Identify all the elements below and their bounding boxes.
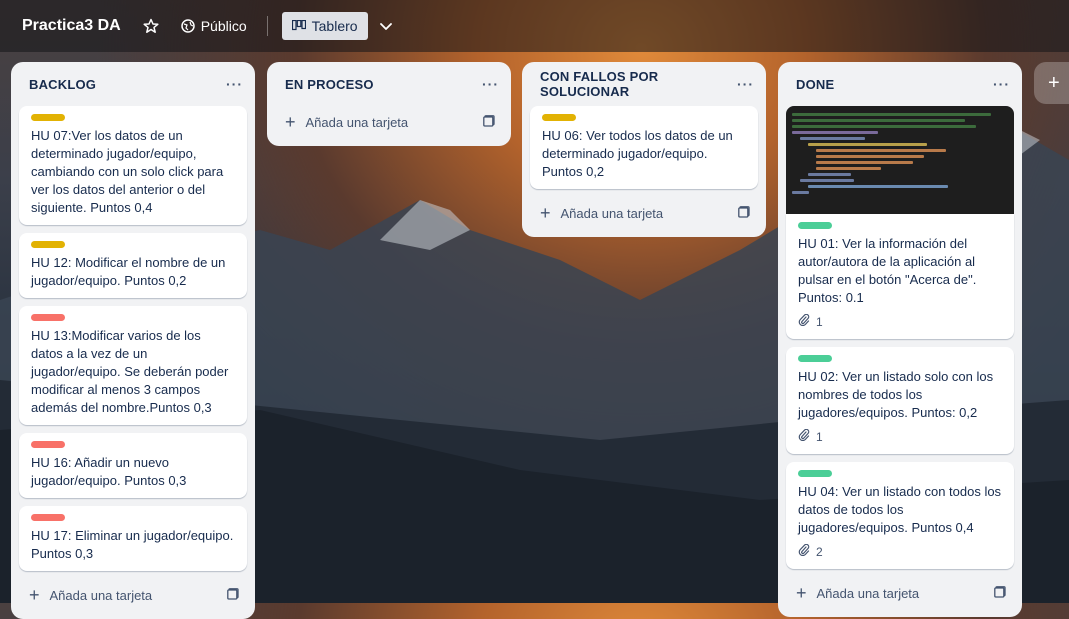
- card-title: HU 07:Ver los datos de un determinado ju…: [31, 128, 224, 215]
- board-view-icon: [291, 20, 306, 31]
- card-title: HU 02: Ver un listado solo con los nombr…: [798, 369, 994, 420]
- more-icon[interactable]: ···: [482, 76, 499, 92]
- card-title: HU 12: Modificar el nombre de un jugador…: [31, 255, 226, 288]
- plus-icon: +: [540, 202, 551, 223]
- card-title: HU 13:Modificar varios de los datos a la…: [31, 328, 229, 415]
- add-card-button[interactable]: + Añada una tarjeta: [19, 579, 247, 611]
- add-card-label: Añada una tarjeta: [816, 585, 920, 601]
- list-title[interactable]: BACKLOG: [29, 77, 96, 92]
- card-title: HU 04: Ver un listado con todos los dato…: [798, 484, 1002, 535]
- card-title: HU 06: Ver todos los datos de un determi…: [542, 128, 733, 179]
- add-card-label: Añada una tarjeta: [49, 587, 153, 603]
- plus-icon: +: [1048, 71, 1060, 94]
- attachment-count: 1: [816, 315, 823, 329]
- add-card-button[interactable]: + Añada una tarjeta: [530, 197, 758, 229]
- chevron-down-icon[interactable]: [378, 18, 394, 34]
- card[interactable]: HU 13:Modificar varios de los datos a la…: [19, 306, 247, 425]
- plus-icon: +: [796, 582, 807, 603]
- add-card-button[interactable]: + Añada una tarjeta: [275, 106, 503, 138]
- board-header: Practica3 DA Público Tablero: [0, 0, 1069, 52]
- template-icon[interactable]: [994, 585, 1006, 601]
- board-title[interactable]: Practica3 DA: [22, 17, 121, 35]
- visibility-label: Público: [200, 18, 247, 34]
- plus-icon: +: [285, 111, 296, 132]
- label-red[interactable]: [31, 514, 65, 521]
- template-icon[interactable]: [227, 587, 239, 603]
- add-card-label: Añada una tarjeta: [305, 114, 409, 130]
- label-green[interactable]: [798, 470, 832, 477]
- label-red[interactable]: [31, 314, 65, 321]
- list-title[interactable]: DONE: [796, 77, 834, 92]
- card-title: HU 17: Eliminar un jugador/equipo. Punto…: [31, 528, 234, 561]
- view-switcher-button[interactable]: Tablero: [281, 12, 368, 40]
- more-icon[interactable]: ···: [226, 76, 243, 92]
- list-done: DONE ··· HU 01: Ver la información del a…: [778, 62, 1022, 617]
- header-divider: [266, 16, 268, 36]
- globe-icon: [180, 19, 195, 33]
- more-icon[interactable]: ···: [737, 76, 754, 92]
- add-list-button[interactable]: +: [1034, 62, 1069, 104]
- card[interactable]: HU 07:Ver los datos de un determinado ju…: [19, 106, 247, 225]
- card-title: HU 16: Añadir un nuevo jugador/equipo. P…: [31, 455, 187, 488]
- template-icon[interactable]: [483, 114, 495, 130]
- star-icon[interactable]: [143, 18, 159, 34]
- plus-icon: +: [29, 584, 40, 605]
- label-red[interactable]: [31, 441, 65, 448]
- card[interactable]: HU 17: Eliminar un jugador/equipo. Punto…: [19, 506, 247, 571]
- list-con-fallos: CON FALLOS POR SOLUCIONAR ··· HU 06: Ver…: [522, 62, 766, 237]
- list-en-proceso: EN PROCESO ··· + Añada una tarjeta: [267, 62, 511, 146]
- card[interactable]: HU 01: Ver la información del autor/auto…: [786, 214, 1014, 339]
- list-title[interactable]: EN PROCESO: [285, 77, 374, 92]
- add-card-button[interactable]: + Añada una tarjeta: [786, 577, 1014, 609]
- visibility-button[interactable]: Público: [180, 18, 247, 34]
- attachment-count: 1: [816, 430, 823, 444]
- label-green[interactable]: [798, 355, 832, 362]
- label-green[interactable]: [798, 222, 832, 229]
- card[interactable]: HU 06: Ver todos los datos de un determi…: [530, 106, 758, 189]
- template-icon[interactable]: [738, 205, 750, 221]
- attachment-badge: 1: [798, 428, 1002, 446]
- paperclip-icon: [798, 428, 810, 446]
- label-yellow[interactable]: [31, 114, 65, 121]
- list-title[interactable]: CON FALLOS POR SOLUCIONAR: [540, 69, 737, 99]
- paperclip-icon: [798, 543, 810, 561]
- card[interactable]: HU 02: Ver un listado solo con los nombr…: [786, 347, 1014, 454]
- card[interactable]: HU 12: Modificar el nombre de un jugador…: [19, 233, 247, 298]
- attachment-badge: 2: [798, 543, 1002, 561]
- label-yellow[interactable]: [31, 241, 65, 248]
- more-icon[interactable]: ···: [993, 76, 1010, 92]
- attachment-badge: 1: [798, 313, 1002, 331]
- paperclip-icon: [798, 313, 810, 331]
- card-cover-image[interactable]: [786, 106, 1014, 214]
- card-title: HU 01: Ver la información del autor/auto…: [798, 236, 977, 305]
- attachment-count: 2: [816, 545, 823, 559]
- card[interactable]: HU 04: Ver un listado con todos los dato…: [786, 462, 1014, 569]
- view-label: Tablero: [311, 18, 358, 34]
- list-backlog: BACKLOG ··· HU 07:Ver los datos de un de…: [11, 62, 255, 619]
- label-yellow[interactable]: [542, 114, 576, 121]
- add-card-label: Añada una tarjeta: [560, 205, 664, 221]
- card[interactable]: HU 16: Añadir un nuevo jugador/equipo. P…: [19, 433, 247, 498]
